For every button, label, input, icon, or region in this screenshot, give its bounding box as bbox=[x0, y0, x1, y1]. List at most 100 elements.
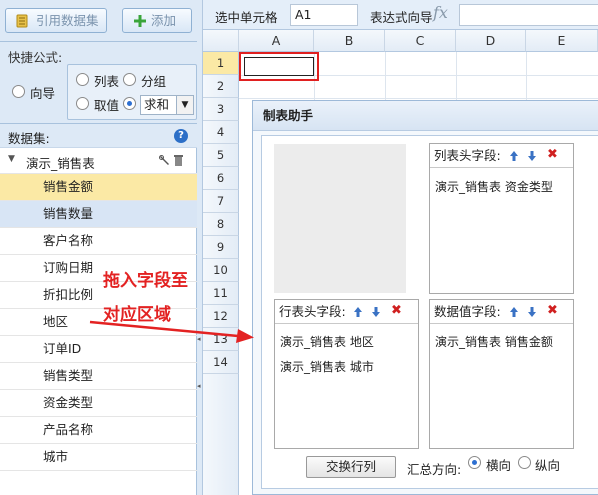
field-label: 订购日期 bbox=[43, 260, 94, 275]
arrow-down-icon[interactable] bbox=[527, 150, 537, 162]
add-label: 添加 bbox=[151, 13, 177, 28]
arrow-up-icon[interactable] bbox=[509, 150, 519, 162]
ref-dataset-button[interactable]: 引用数据集 bbox=[5, 8, 107, 33]
field-label: 折扣比例 bbox=[43, 287, 94, 302]
grid-corner bbox=[203, 30, 239, 52]
arrow-down-icon[interactable] bbox=[527, 306, 537, 318]
row-header[interactable]: 4 bbox=[203, 121, 239, 144]
help-icon[interactable]: ? bbox=[174, 129, 188, 143]
collapse-arrow-icon[interactable]: ◂ bbox=[197, 382, 201, 390]
dataset-label: 数据集: bbox=[8, 131, 50, 146]
dataset-header: 数据集: ? bbox=[0, 124, 197, 148]
radio-value[interactable] bbox=[76, 97, 89, 110]
trash-icon[interactable] bbox=[174, 154, 183, 166]
row-header-fields-box[interactable]: 行表头字段: ✖ 演示_销售表 地区 演示_销售表 城市 bbox=[274, 299, 419, 449]
column-header[interactable]: B bbox=[314, 30, 385, 52]
column-header[interactable]: E bbox=[526, 30, 598, 52]
active-cell[interactable] bbox=[244, 57, 314, 76]
column-header[interactable]: C bbox=[385, 30, 456, 52]
ref-dataset-label: 引用数据集 bbox=[36, 13, 99, 28]
cell-toolbar: 选中单元格 A1 表达式向导 fx bbox=[203, 0, 598, 30]
radio-vertical[interactable] bbox=[518, 456, 531, 469]
value-fields-label: 数据值字段: bbox=[434, 304, 501, 319]
value-field[interactable]: 演示_销售表 销售金额 bbox=[435, 333, 553, 350]
row-header-field[interactable]: 演示_销售表 城市 bbox=[280, 358, 374, 375]
delete-icon[interactable]: ✖ bbox=[547, 148, 558, 162]
column-header-field[interactable]: 演示_销售表 资金类型 bbox=[435, 178, 553, 195]
value-fields-header: 数据值字段: ✖ bbox=[430, 300, 573, 324]
grid-line bbox=[239, 98, 598, 99]
field-label: 销售类型 bbox=[43, 368, 94, 383]
field-item[interactable]: 产品名称 bbox=[0, 417, 197, 444]
radio-horizontal[interactable] bbox=[468, 456, 481, 469]
arrow-up-icon[interactable] bbox=[353, 306, 363, 318]
swap-rows-columns-button[interactable]: 交换行列 bbox=[306, 456, 396, 478]
expand-triangle-icon[interactable]: ▼ bbox=[8, 154, 15, 164]
dataset-node[interactable]: ▼ 演示_销售表 bbox=[0, 148, 197, 174]
aggregate-select[interactable]: 求和 ▼ bbox=[140, 95, 194, 115]
add-button[interactable]: 添加 bbox=[122, 8, 192, 33]
database-icon bbox=[16, 14, 28, 28]
row-header-field[interactable]: 演示_销售表 地区 bbox=[280, 333, 374, 350]
radio-wizard-label: 向导 bbox=[30, 86, 56, 101]
row-header[interactable]: 3 bbox=[203, 98, 239, 121]
summary-direction-label: 汇总方向: bbox=[407, 462, 462, 477]
field-item[interactable]: 资金类型 bbox=[0, 390, 197, 417]
row-header-filler bbox=[203, 374, 239, 495]
dialog-title: 制表助手 bbox=[253, 101, 598, 131]
table-wizard-dialog: 制表助手 列表头字段: ✖ 演示_销售表 资金类型 行表头字段: ✖ 演示_销售… bbox=[252, 100, 598, 495]
fx-icon[interactable]: fx bbox=[433, 3, 448, 22]
row-header[interactable]: 1 bbox=[203, 52, 239, 75]
column-header[interactable]: D bbox=[456, 30, 526, 52]
selected-cell-label: 选中单元格 bbox=[215, 10, 278, 25]
field-label: 城市 bbox=[43, 449, 69, 464]
left-panel: 引用数据集 添加 快捷公式: 向导 列表 分组 取值 求和 ▼ 数据集: ? ▼… bbox=[0, 0, 197, 495]
row-header[interactable]: 2 bbox=[203, 75, 239, 98]
row-header[interactable]: 9 bbox=[203, 236, 239, 259]
radio-vertical-label: 纵向 bbox=[535, 458, 561, 473]
radio-list-label: 列表 bbox=[94, 74, 120, 89]
column-header-fields-header: 列表头字段: ✖ bbox=[430, 144, 573, 168]
drag-arrow-icon bbox=[89, 320, 254, 343]
dialog-body: 列表头字段: ✖ 演示_销售表 资金类型 行表头字段: ✖ 演示_销售表 地区 … bbox=[261, 135, 598, 489]
radio-value-label: 取值 bbox=[94, 98, 120, 113]
delete-icon[interactable]: ✖ bbox=[547, 304, 558, 318]
radio-wizard[interactable] bbox=[12, 85, 25, 98]
arrow-down-icon[interactable] bbox=[371, 306, 381, 318]
row-header[interactable]: 6 bbox=[203, 167, 239, 190]
wrench-icon[interactable] bbox=[159, 155, 170, 166]
arrow-up-icon[interactable] bbox=[509, 306, 519, 318]
row-header-fields-label: 行表头字段: bbox=[279, 304, 346, 319]
row-header[interactable]: 5 bbox=[203, 144, 239, 167]
row-header[interactable]: 11 bbox=[203, 282, 239, 305]
column-header-fields-box[interactable]: 列表头字段: ✖ 演示_销售表 资金类型 bbox=[429, 143, 574, 294]
row-header[interactable]: 7 bbox=[203, 190, 239, 213]
dataset-name: 演示_销售表 bbox=[26, 156, 95, 171]
field-label: 销售数量 bbox=[43, 206, 94, 221]
column-header[interactable]: A bbox=[239, 30, 314, 52]
chevron-down-icon[interactable]: ▼ bbox=[176, 96, 193, 114]
field-item[interactable]: 销售金额 bbox=[0, 174, 197, 201]
field-item[interactable]: 城市 bbox=[0, 444, 197, 471]
drag-hint-line1: 拖入字段至 bbox=[103, 271, 188, 291]
row-header[interactable]: 10 bbox=[203, 259, 239, 282]
radio-list[interactable] bbox=[76, 73, 89, 86]
radio-group-label: 分组 bbox=[141, 74, 167, 89]
row-header-fields-header: 行表头字段: ✖ bbox=[275, 300, 418, 324]
radio-horizontal-label: 横向 bbox=[486, 458, 512, 473]
left-toolbar: 引用数据集 添加 bbox=[0, 0, 197, 42]
expression-input[interactable] bbox=[459, 4, 598, 26]
radio-sum[interactable] bbox=[123, 97, 136, 110]
field-label: 产品名称 bbox=[43, 422, 94, 437]
field-item[interactable]: 销售数量 bbox=[0, 201, 197, 228]
radio-group[interactable] bbox=[123, 73, 136, 86]
selected-cell-input[interactable]: A1 bbox=[290, 4, 358, 26]
field-item[interactable]: 销售类型 bbox=[0, 363, 197, 390]
field-item[interactable]: 客户名称 bbox=[0, 228, 197, 255]
delete-icon[interactable]: ✖ bbox=[391, 304, 402, 318]
row-header[interactable]: 14 bbox=[203, 351, 239, 374]
field-label: 客户名称 bbox=[43, 233, 94, 248]
row-header[interactable]: 8 bbox=[203, 213, 239, 236]
aggregate-select-value: 求和 bbox=[144, 97, 170, 112]
value-fields-box[interactable]: 数据值字段: ✖ 演示_销售表 销售金额 bbox=[429, 299, 574, 449]
